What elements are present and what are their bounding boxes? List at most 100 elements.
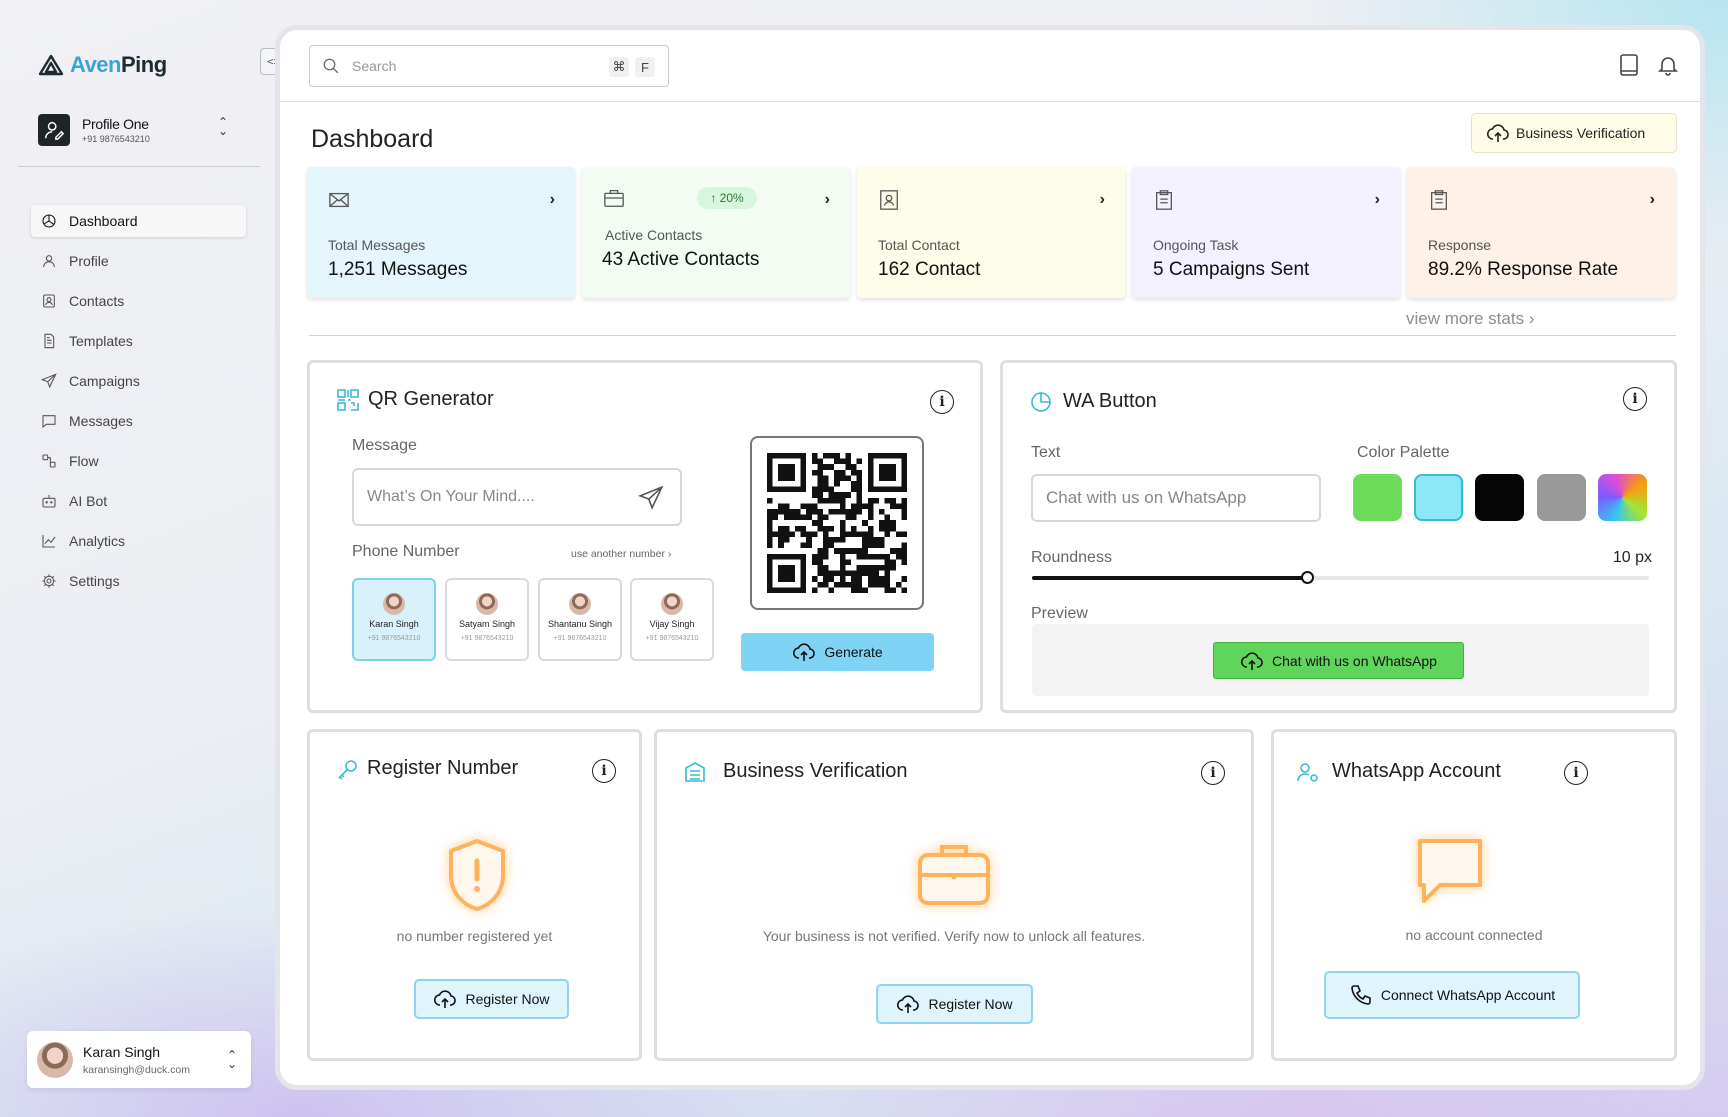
info-icon[interactable]: i: [930, 390, 954, 414]
brand-name: AvenPing: [70, 52, 167, 77]
button-label: Business Verification: [1516, 125, 1646, 141]
color-swatch-cyan[interactable]: [1414, 474, 1463, 521]
sidebar-item-campaigns[interactable]: Campaigns: [31, 365, 246, 397]
stat-card-response[interactable]: › Response 89.2% Response Rate: [1407, 167, 1675, 298]
avatar: [37, 1041, 73, 1078]
sidebar-item-profile[interactable]: Profile: [31, 245, 246, 277]
empty-state-message: Your business is not verified. Verify no…: [762, 928, 1146, 944]
slider-handle[interactable]: [1300, 571, 1314, 584]
stat-label: Response: [1428, 237, 1492, 253]
slider-fill: [1032, 576, 1307, 580]
chat-icon: [42, 415, 56, 429]
info-icon[interactable]: i: [1564, 761, 1588, 785]
search-input[interactable]: Search ⌘ F: [309, 45, 669, 87]
sidebar-item-label: Analytics: [69, 533, 126, 549]
divider: [18, 166, 260, 167]
stat-value: 1,251 Messages: [328, 259, 468, 280]
color-palette-label: Color Palette: [1357, 444, 1450, 461]
contact-name: Shantanu Singh: [547, 619, 613, 629]
qr-code-image: [750, 436, 924, 610]
phone-contact-option[interactable]: Vijay Singh +91 9876543210: [630, 578, 714, 661]
empty-state-message: no account connected: [1405, 927, 1543, 943]
business-verification-button[interactable]: Business Verification: [1471, 113, 1677, 153]
generate-button[interactable]: Generate: [741, 633, 934, 671]
gear-icon: [42, 574, 56, 588]
sidebar-item-label: AI Bot: [69, 493, 108, 509]
stat-card-ongoing-task[interactable]: › Ongoing Task 5 Campaigns Sent: [1132, 167, 1400, 298]
info-icon[interactable]: i: [1623, 387, 1647, 411]
phone-contact-option[interactable]: Shantanu Singh +91 9876543210: [538, 578, 622, 661]
color-swatch-black[interactable]: [1475, 474, 1524, 521]
phone-contact-option[interactable]: Satyam Singh +91 9876543210: [445, 578, 529, 661]
user-account-card[interactable]: Karan Singh karansingh@duck.com ⌃ ⌄: [27, 1031, 251, 1088]
sidebar-item-analytics[interactable]: Analytics: [31, 525, 246, 557]
pie-chart-icon: [1031, 392, 1051, 412]
button-label: Register Now: [928, 996, 1013, 1012]
stat-card-total-contact[interactable]: › Total Contact 162 Contact: [857, 167, 1125, 298]
stat-value: 89.2% Response Rate: [1428, 259, 1619, 280]
use-another-number-link[interactable]: use another number ›: [571, 548, 671, 560]
avatar: [383, 593, 405, 615]
sidebar-item-ai-bot[interactable]: AI Bot: [31, 485, 246, 517]
whatsapp-preview-button[interactable]: Chat with us on WhatsApp: [1213, 642, 1464, 679]
sidebar-item-label: Settings: [69, 573, 120, 589]
avatar: [661, 593, 683, 615]
whatsapp-account-card: WhatsApp Account i no account connected …: [1271, 729, 1677, 1061]
message-label: Message: [352, 437, 417, 454]
document-icon: [44, 333, 55, 349]
info-icon[interactable]: i: [1201, 761, 1225, 785]
contact-phone: +91 9876543210: [553, 635, 607, 642]
contact-phone: +91 9876543210: [367, 635, 421, 642]
sidebar-item-flow[interactable]: Flow: [31, 445, 246, 477]
stat-label: Total Messages: [328, 237, 426, 253]
roundness-value: 10 px: [1612, 549, 1652, 566]
color-swatch-green[interactable]: [1353, 474, 1402, 521]
register-now-button[interactable]: Register Now: [876, 984, 1033, 1024]
preview-area: Chat with us on WhatsApp: [1032, 624, 1649, 696]
roundness-slider[interactable]: [1032, 571, 1649, 584]
view-more-stats-link[interactable]: view more stats ›: [1406, 309, 1535, 329]
sidebar-item-settings[interactable]: Settings: [31, 565, 246, 597]
user-name: Karan Singh: [83, 1043, 161, 1060]
bell-icon[interactable]: [1656, 53, 1680, 77]
sidebar-item-templates[interactable]: Templates: [31, 325, 246, 357]
profile-edit-icon: [38, 114, 70, 146]
message-input[interactable]: What’s On Your Mind....: [352, 468, 682, 526]
cloud-upload-icon: [897, 995, 920, 1013]
wa-text-input[interactable]: Chat with us on WhatsApp: [1031, 474, 1321, 522]
clipboard-icon: [1156, 190, 1172, 210]
clipboard-icon: [1431, 190, 1447, 210]
contact-name: Karan Singh: [369, 619, 419, 629]
send-icon[interactable]: [638, 485, 664, 511]
user-settings-icon: [1297, 763, 1318, 782]
card-title: Business Verification: [723, 760, 908, 782]
connect-whatsapp-button[interactable]: Connect WhatsApp Account: [1324, 971, 1580, 1019]
color-swatch-gray[interactable]: [1537, 474, 1586, 521]
command-key: ⌘: [609, 57, 629, 77]
stat-label: Total Contact: [878, 237, 960, 253]
info-icon[interactable]: i: [592, 759, 616, 783]
contact-book-icon: [880, 190, 898, 210]
sidebar-item-messages[interactable]: Messages: [31, 405, 246, 437]
avatar: [569, 593, 591, 615]
chevron-right-icon: ›: [1528, 309, 1535, 328]
stat-card-total-messages[interactable]: › Total Messages 1,251 Messages: [307, 167, 575, 298]
contact-phone: +91 9876543210: [645, 635, 699, 642]
color-swatch-custom[interactable]: [1598, 474, 1647, 521]
brand-logo[interactable]: AvenPing: [38, 52, 167, 78]
profile-switcher[interactable]: Profile One +91 9876543210 ⌃ ⌄: [38, 112, 228, 148]
sidebar-item-dashboard[interactable]: Dashboard: [31, 205, 246, 237]
main-panel: Search ⌘ F Dashboard Business Verificati…: [275, 25, 1705, 1090]
user-email: karansingh@duck.com: [83, 1063, 190, 1076]
stat-label: Active Contacts: [605, 227, 703, 243]
sidebar-item-contacts[interactable]: Contacts: [31, 285, 246, 317]
stat-card-active-contacts[interactable]: ↑ 20% › Active Contacts 43 Active Contac…: [582, 167, 850, 298]
search-placeholder: Search: [352, 58, 397, 74]
register-now-button[interactable]: Register Now: [414, 979, 569, 1019]
button-label: Register Now: [465, 991, 550, 1007]
phone-contact-option[interactable]: Karan Singh +91 9876543210: [352, 578, 436, 661]
cloud-upload-icon: [793, 643, 816, 661]
book-icon[interactable]: [1617, 53, 1641, 77]
profile-name: Profile One: [82, 116, 149, 132]
stat-value: 5 Campaigns Sent: [1153, 259, 1310, 280]
